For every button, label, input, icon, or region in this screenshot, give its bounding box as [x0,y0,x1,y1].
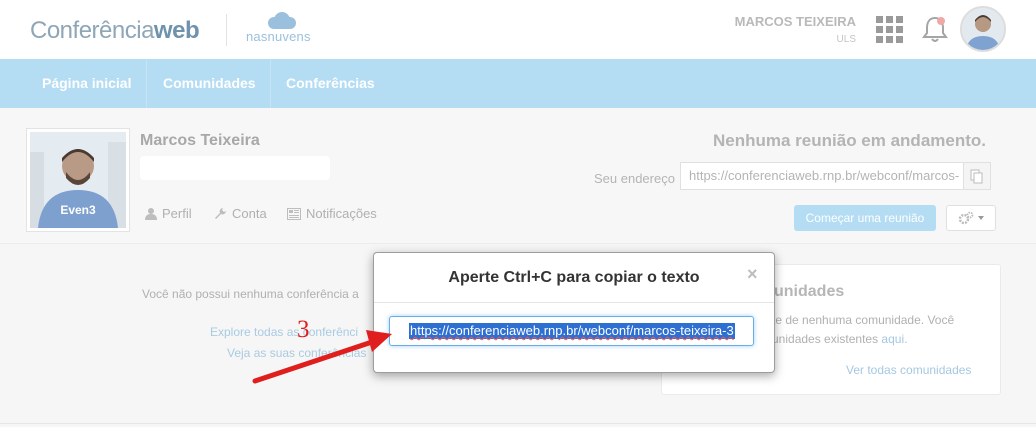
copy-address-button[interactable] [963,162,991,190]
gears-icon [958,211,984,225]
conferenciaweb-logo[interactable]: Conferênciaweb [30,17,200,45]
profile-panel: Even3 Marcos Teixeira Perfil Conta Notif… [0,108,1036,244]
user-org: ULS [836,34,856,45]
profile-photo-image: Even3 [30,132,126,228]
meeting-status: Nenhuma reunião em andamento. [713,131,986,150]
modal-close-button[interactable]: × [747,264,758,285]
settings-dropdown-button[interactable] [946,205,996,231]
modal-divider [374,302,774,303]
footer-divider [0,423,1036,424]
top-header: Conferênciaweb nasnuvens MARCOS TEIXEIRA… [0,0,1036,59]
account-link-label: Conta [232,206,267,221]
shirt-text: Even3 [60,203,96,217]
profile-link[interactable]: Perfil [145,206,192,221]
copy-text-modal: Aperte Ctrl+C para copiar o texto × http… [373,252,775,373]
account-link[interactable]: Conta [214,206,267,221]
caret-down-icon [978,216,984,220]
communities-card-text: te de nenhuma comunidade. Você [772,313,955,327]
user-name[interactable]: MARCOS TEIXEIRA [735,14,856,29]
profile-photo[interactable]: Even3 [26,128,130,232]
nav-pagina-inicial[interactable]: Página inicial [26,59,147,108]
explore-conferences-link[interactable]: Explore todas as conferênci [210,325,358,339]
newspaper-icon [287,208,301,220]
profile-subtitle-placeholder [140,156,330,180]
nasnuvens-text: nasnuvens [246,29,311,44]
cloud-icon [268,12,296,29]
notifications-link-label: Notificações [306,206,377,221]
no-conferences-text: Você não possui nenhuma conferência a [142,287,359,301]
see-all-communities-link[interactable]: Ver todas comunidades [846,363,971,377]
user-avatar-image [962,8,1004,50]
annotation-step-number: 3 [297,316,310,343]
my-conferences-link[interactable]: Veja as suas conferências [227,346,366,360]
notifications-link[interactable]: Notificações [287,206,377,221]
logo-text-bold: web [153,17,200,44]
profile-link-label: Perfil [162,206,192,221]
profile-name: Marcos Teixeira [140,132,260,149]
nasnuvens-logo[interactable]: nasnuvens [246,12,316,46]
copy-icon [970,169,983,184]
notification-bell-icon[interactable] [922,15,948,43]
user-icon [145,208,157,220]
logo-text-light: Conferência [30,17,154,44]
communities-here-link[interactable]: aqui. [881,332,907,346]
address-field[interactable]: https://conferenciaweb.rnp.br/webconf/ma… [680,162,964,190]
nav-conferencias[interactable]: Conferências [270,59,391,108]
communities-card-text-2-label: unidades existentes [772,332,879,346]
communities-card-text-2: unidades existentes aqui. [772,332,907,346]
address-label: Seu endereço [594,171,675,186]
selected-url-text: https://conferenciaweb.rnp.br/webconf/ma… [409,323,735,339]
copy-url-input[interactable]: https://conferenciaweb.rnp.br/webconf/ma… [389,316,754,346]
main-navbar: Página inicial Comunidades Conferências [0,59,1036,108]
wrench-icon [215,208,226,219]
apps-grid-icon[interactable] [876,16,903,43]
nav-comunidades[interactable]: Comunidades [147,59,272,108]
user-avatar[interactable] [960,6,1006,52]
modal-title: Aperte Ctrl+C para copiar o texto [448,269,700,286]
start-meeting-button[interactable]: Começar uma reunião [794,205,936,231]
logo-divider [226,14,227,46]
communities-card-title: unidades [774,283,845,300]
